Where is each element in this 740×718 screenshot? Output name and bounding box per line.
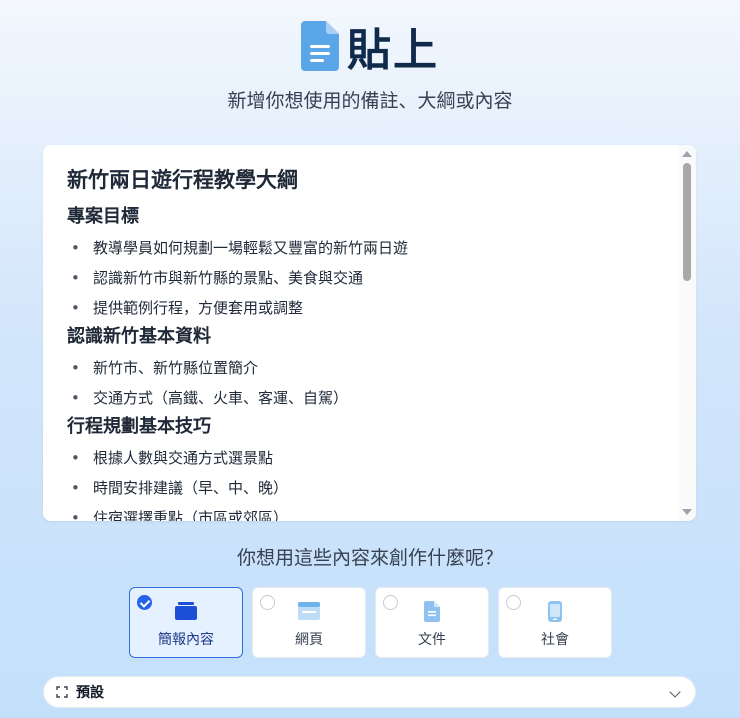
- scroll-up-arrow[interactable]: [682, 151, 692, 157]
- list-item: 交通方式（高鐵、火車、客運、自駕）: [67, 383, 655, 413]
- option-webpage[interactable]: 網頁: [252, 587, 366, 658]
- title-row: 貼上: [0, 18, 740, 76]
- list-item: 根據人數與交通方式選景點: [67, 443, 655, 473]
- create-question: 你想用這些內容來創作什麼呢？: [236, 547, 503, 569]
- radio-unchecked-icon[interactable]: [383, 595, 398, 610]
- chevron-down-icon: [669, 686, 681, 698]
- page-header: 貼上 新增你想使用的備註、大綱或內容: [0, 18, 740, 113]
- list-item: 教導學員如何規劃一場輕鬆又豐富的新竹兩日遊: [67, 233, 655, 263]
- list-item: 住宿選擇重點（市區或郊區）: [67, 503, 655, 521]
- radio-unchecked-icon[interactable]: [260, 595, 275, 610]
- scroll-down-arrow[interactable]: [682, 509, 692, 515]
- outline-section: 認識新竹基本資料 新竹市、新竹縣位置簡介 交通方式（高鐵、火車、客運、自駕）: [67, 323, 655, 413]
- section-heading: 專案目標: [67, 206, 139, 227]
- radio-unchecked-icon[interactable]: [506, 595, 521, 610]
- webpage-icon: [297, 599, 321, 623]
- list-item: 提供範例行程，方便套用或調整: [67, 293, 655, 323]
- presentation-icon: [174, 599, 198, 623]
- option-presentation[interactable]: 簡報內容: [129, 587, 243, 658]
- outline-section: 行程規劃基本技巧 根據人數與交通方式選景點 時間安排建議（早、中、晚） 住宿選擇…: [67, 413, 655, 521]
- content-editor[interactable]: 新竹兩日遊行程教學大綱 專案目標 教導學員如何規劃一場輕鬆又豐富的新竹兩日遊 認…: [43, 145, 696, 521]
- option-label: 簡報內容: [158, 632, 214, 648]
- radio-checked-icon[interactable]: [137, 595, 152, 610]
- outline-title: 新竹兩日遊行程教學大綱: [67, 168, 298, 192]
- section-heading: 認識新竹基本資料: [67, 326, 211, 347]
- option-document[interactable]: 文件: [375, 587, 489, 658]
- output-type-options: 簡報內容 網頁 文件 社會: [129, 587, 612, 658]
- option-label: 文件: [418, 632, 446, 648]
- outline-section: 專案目標 教導學員如何規劃一場輕鬆又豐富的新竹兩日遊 認識新竹市與新竹縣的景點、…: [67, 203, 655, 323]
- option-label: 社會: [541, 632, 569, 648]
- list-item: 時間安排建議（早、中、晚）: [67, 473, 655, 503]
- section-heading: 行程規劃基本技巧: [67, 416, 211, 437]
- list-item: 新竹市、新竹縣位置簡介: [67, 353, 655, 383]
- list-item: 認識新竹市與新竹縣的景點、美食與交通: [67, 263, 655, 293]
- document-icon: [301, 21, 339, 71]
- option-social[interactable]: 社會: [498, 587, 612, 658]
- mobile-icon: [543, 599, 567, 623]
- document-icon: [420, 599, 444, 623]
- page-title: 貼上: [347, 25, 439, 76]
- option-label: 網頁: [295, 632, 323, 648]
- preset-dropdown[interactable]: 預設: [43, 676, 696, 708]
- page-subtitle: 新增你想使用的備註、大綱或內容: [227, 90, 513, 112]
- expand-icon: [56, 686, 68, 698]
- editor-scrollbar[interactable]: [679, 145, 696, 521]
- scrollbar-thumb[interactable]: [683, 163, 691, 281]
- editor-content[interactable]: 新竹兩日遊行程教學大綱 專案目標 教導學員如何規劃一場輕鬆又豐富的新竹兩日遊 認…: [43, 145, 679, 521]
- preset-label: 預設: [76, 685, 104, 701]
